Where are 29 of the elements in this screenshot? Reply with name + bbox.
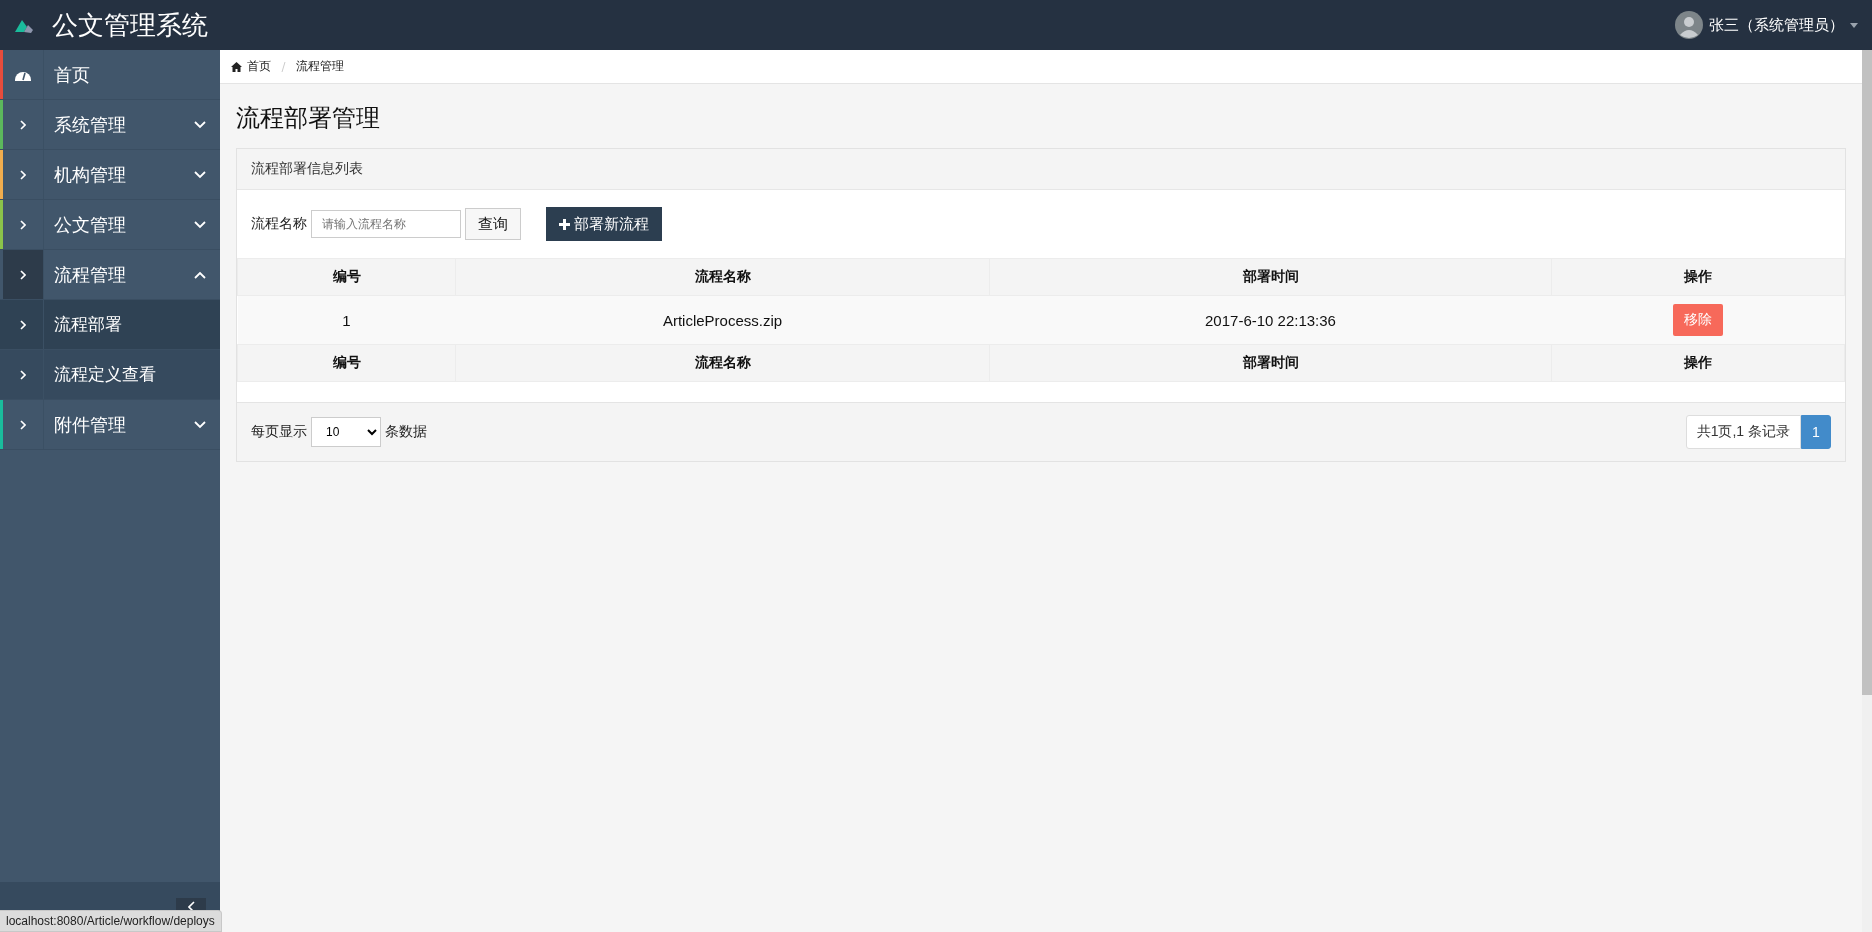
table-cell: 2017-6-10 22:13:36 <box>989 295 1552 345</box>
column-header: 部署时间 <box>989 258 1552 296</box>
menu-label: 流程部署 <box>54 314 123 336</box>
user-name: 张三（系统管理员） <box>1709 15 1844 35</box>
column-header: 编号 <box>237 344 456 382</box>
column-header: 编号 <box>237 258 456 296</box>
table-cell: ArticleProcess.zip <box>455 295 990 345</box>
table-cell: 1 <box>237 295 456 345</box>
status-url-tooltip: localhost:8080/Article/workflow/deploys <box>0 910 222 932</box>
page-size-unit: 条数据 <box>385 423 427 441</box>
column-header: 操作 <box>1551 344 1845 382</box>
column-header: 部署时间 <box>989 344 1552 382</box>
page-title: 流程部署管理 <box>236 103 381 133</box>
pagination-summary: 共1页,1 条记录 <box>1685 415 1801 449</box>
column-header: 操作 <box>1551 258 1845 296</box>
breadcrumb-current: 流程管理 <box>296 58 344 75</box>
menu-label: 公文管理 <box>54 213 127 237</box>
menu-label: 流程管理 <box>54 263 127 287</box>
column-header: 流程名称 <box>455 258 990 296</box>
menu-label: 流程定义查看 <box>54 364 157 386</box>
page-size-label: 每页显示 <box>251 423 307 441</box>
app-title: 公文管理系统 <box>52 8 208 42</box>
column-header: 流程名称 <box>455 344 990 382</box>
menu-label: 系统管理 <box>54 113 127 137</box>
panel-title: 流程部署信息列表 <box>251 160 363 178</box>
menu-label: 首页 <box>54 63 91 87</box>
menu-label: 附件管理 <box>54 413 127 437</box>
field-label: 流程名称 <box>251 215 307 233</box>
menu-label: 机构管理 <box>54 163 127 187</box>
